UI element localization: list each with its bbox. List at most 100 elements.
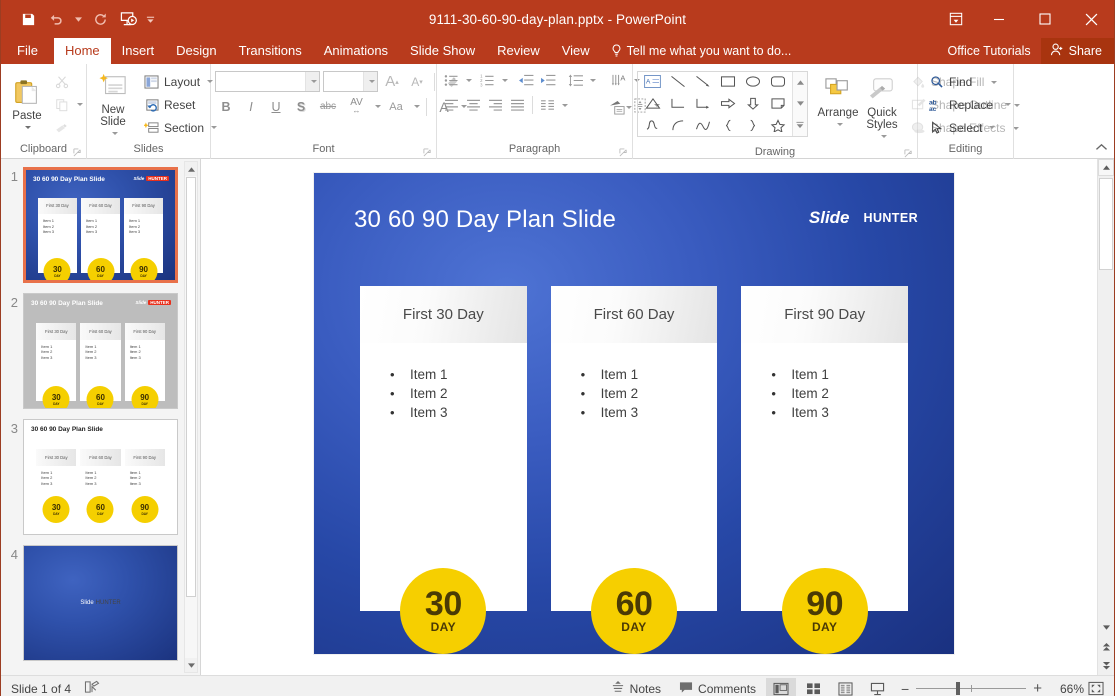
right-brace-shape-icon[interactable] (745, 119, 761, 135)
strikethrough-button[interactable]: abc (315, 96, 341, 117)
slide-sorter-view-button[interactable] (798, 678, 828, 696)
slide-editing-area[interactable]: 30 60 90 Day Plan Slide Slide HUNTER Fir… (201, 159, 1114, 675)
share-button[interactable]: Share (1041, 38, 1114, 64)
tab-review[interactable]: Review (486, 38, 551, 64)
fit-to-window-button[interactable] (1084, 678, 1108, 696)
arrow-shape-icon[interactable] (695, 75, 711, 91)
clipboard-dialog-launcher-icon[interactable] (73, 148, 82, 157)
numbering-button[interactable]: 123 (477, 70, 498, 90)
thumbnail-scrollbar[interactable] (184, 161, 198, 673)
thumbnail-scroll-thumb[interactable] (186, 177, 196, 597)
zoom-out-button[interactable]: − (901, 681, 909, 696)
align-right-button[interactable] (485, 95, 506, 115)
account-name[interactable]: Office Tutorials (938, 44, 1041, 58)
undo-dropdown-icon[interactable] (71, 6, 85, 32)
maximize-icon[interactable] (1022, 0, 1068, 38)
folded-corner-shape-icon[interactable] (770, 97, 786, 113)
arrange-dropdown-icon[interactable] (837, 123, 843, 126)
minimize-icon[interactable] (976, 0, 1022, 38)
left-brace-shape-icon[interactable] (720, 119, 736, 135)
convert-to-smartart-button[interactable] (610, 100, 626, 118)
tab-view[interactable]: View (551, 38, 601, 64)
paste-button[interactable]: Paste (5, 74, 49, 136)
cut-button[interactable] (49, 71, 87, 93)
layout-button[interactable]: Layout (139, 71, 221, 93)
font-name-dropdown-icon[interactable] (305, 72, 319, 91)
arc-shape-icon[interactable] (670, 119, 686, 135)
shapes-scroll-down-icon[interactable] (793, 93, 807, 114)
columns-button[interactable] (537, 95, 558, 115)
drawing-dialog-launcher-icon[interactable] (904, 149, 913, 158)
tell-me-search[interactable]: Tell me what you want to do... (601, 38, 792, 64)
elbow-arrow-shape-icon[interactable] (695, 97, 711, 113)
grow-font-button[interactable]: A▴ (381, 71, 403, 92)
format-painter-button[interactable] (49, 117, 87, 139)
replace-button[interactable]: abac Replace (924, 94, 1015, 116)
center-button[interactable] (463, 95, 484, 115)
scribble-shape-icon[interactable] (645, 119, 661, 135)
thumbnail-item-3[interactable]: 3 30 60 90 Day Plan Slide First 30 Day I… (1, 419, 200, 545)
justify-button[interactable] (507, 95, 528, 115)
font-size-dropdown-icon[interactable] (363, 72, 377, 91)
accessibility-checker-icon[interactable] (84, 680, 100, 696)
character-spacing-dropdown-icon[interactable] (375, 105, 381, 108)
undo-icon[interactable] (43, 6, 69, 32)
tab-insert[interactable]: Insert (111, 38, 166, 64)
rectangle-shape-icon[interactable] (720, 75, 736, 91)
curve-shape-icon[interactable] (695, 119, 711, 135)
zoom-in-button[interactable]: + (1033, 680, 1042, 696)
save-icon[interactable] (15, 6, 41, 32)
tab-animations[interactable]: Animations (313, 38, 399, 64)
zoom-control[interactable]: − + (893, 680, 1050, 696)
slide-counter[interactable]: Slide 1 of 4 (11, 682, 71, 696)
bullets-button[interactable] (441, 70, 462, 90)
thumbnail-scroll-up-icon[interactable] (185, 162, 197, 176)
quick-styles-button[interactable]: QuickStyles (860, 71, 904, 145)
replace-dropdown-icon[interactable] (1005, 103, 1011, 106)
ribbon-display-options-icon[interactable] (936, 0, 976, 38)
customize-quick-access-icon[interactable] (143, 6, 157, 32)
down-arrow-shape-icon[interactable] (745, 97, 761, 113)
italic-button[interactable]: I (240, 96, 262, 117)
decrease-indent-button[interactable] (515, 70, 536, 90)
change-case-dropdown-icon[interactable] (414, 105, 420, 108)
triangle-shape-icon[interactable] (645, 97, 661, 113)
shapes-scroll-up-icon[interactable] (793, 72, 807, 93)
rounded-rectangle-shape-icon[interactable] (770, 75, 786, 91)
comments-button[interactable]: Comments (670, 677, 765, 696)
thumbnail-item-2[interactable]: 2 30 60 90 Day Plan Slide Slide HUNTER F… (1, 293, 200, 419)
next-slide-icon[interactable] (1098, 656, 1114, 675)
arrange-button[interactable]: Arrange (816, 71, 860, 133)
slide-column-90[interactable]: First 90 Day Item 1 Item 2 Item 3 90 DAY (741, 286, 908, 611)
find-button[interactable]: Find (924, 71, 1015, 93)
shapes-more-icon[interactable] (793, 115, 807, 136)
shapes-gallery[interactable]: A (637, 71, 808, 137)
convert-to-smartart-dropdown-icon[interactable] (626, 106, 632, 109)
oval-shape-icon[interactable] (745, 75, 761, 91)
slide-vertical-scrollbar[interactable] (1097, 159, 1114, 675)
redo-icon[interactable] (87, 6, 113, 32)
thumbnail-1[interactable]: 30 60 90 Day Plan Slide Slide HUNTER Fir… (23, 167, 178, 283)
slide-thumbnail-pane[interactable]: 1 30 60 90 Day Plan Slide Slide HUNTER F… (1, 159, 201, 675)
section-button[interactable]: Section (139, 117, 221, 139)
start-presentation-icon[interactable] (115, 6, 141, 32)
thumbnail-3[interactable]: 30 60 90 Day Plan Slide First 30 Day Ite… (23, 419, 178, 535)
reset-button[interactable]: Reset (139, 94, 221, 116)
slide-title[interactable]: 30 60 90 Day Plan Slide (354, 206, 616, 234)
elbow-connector-shape-icon[interactable] (670, 97, 686, 113)
thumbnail-2[interactable]: 30 60 90 Day Plan Slide Slide HUNTER Fir… (23, 293, 178, 409)
copy-button[interactable] (49, 94, 87, 116)
paragraph-dialog-launcher-icon[interactable] (619, 148, 628, 157)
notes-button[interactable]: Notes (602, 677, 670, 696)
font-size-input[interactable] (323, 71, 378, 92)
underline-button[interactable]: U (265, 96, 287, 117)
thumbnail-4[interactable]: Slide HUNTER (23, 545, 178, 661)
tab-slide-show[interactable]: Slide Show (399, 38, 486, 64)
slide-show-view-button[interactable] (862, 678, 892, 696)
select-dropdown-icon[interactable] (989, 126, 995, 129)
text-shadow-button[interactable]: S (290, 96, 312, 117)
zoom-slider[interactable] (916, 683, 1026, 695)
reading-view-button[interactable] (830, 678, 860, 696)
close-icon[interactable] (1068, 0, 1114, 38)
tab-design[interactable]: Design (165, 38, 227, 64)
